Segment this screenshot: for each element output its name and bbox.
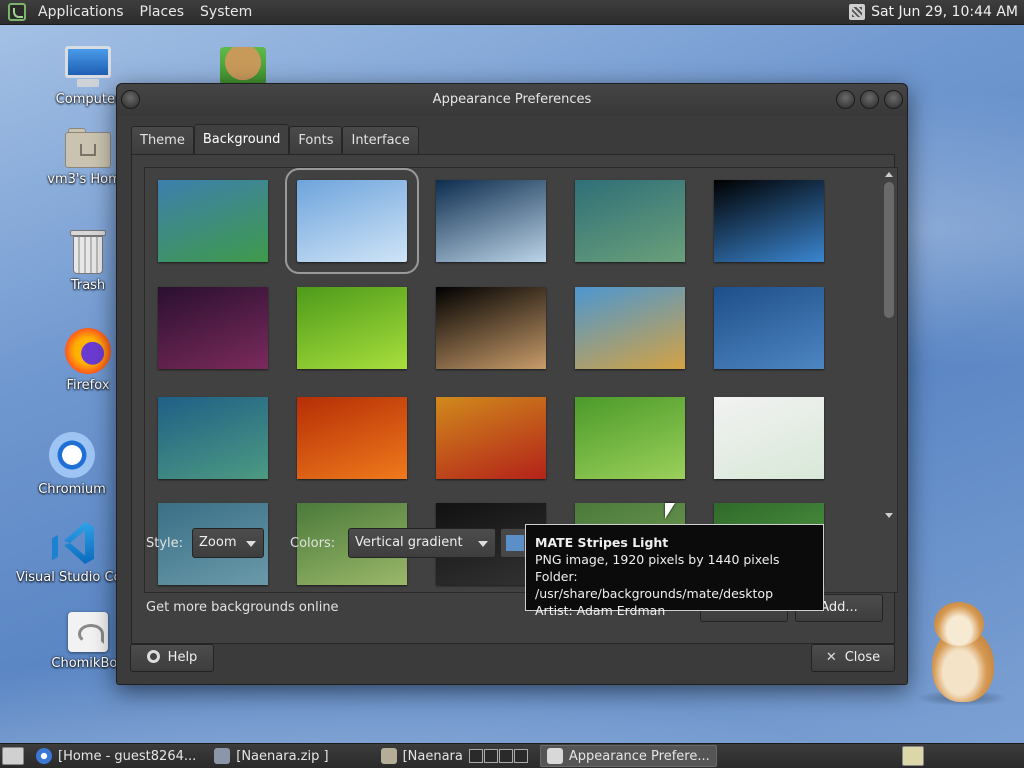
background-thumbnail[interactable] — [714, 180, 824, 262]
background-thumbnail[interactable] — [158, 180, 268, 262]
network-icon[interactable] — [849, 4, 866, 20]
mouse-cursor-icon — [665, 503, 675, 519]
workspace-3[interactable] — [498, 749, 513, 763]
notification-tray-icon[interactable] — [902, 746, 924, 766]
menu-places[interactable]: Places — [132, 4, 193, 20]
background-tooltip: MATE Stripes Light PNG image, 1920 pixel… — [525, 524, 824, 618]
tab-background[interactable]: Background — [193, 124, 290, 154]
archive-icon — [214, 748, 231, 764]
background-thumbnail[interactable] — [436, 180, 546, 262]
style-dropdown[interactable]: Zoom — [192, 528, 264, 558]
vscode-icon — [50, 520, 96, 566]
show-desktop-icon[interactable] — [2, 747, 24, 765]
browser-icon — [36, 748, 52, 764]
background-thumbnail[interactable] — [285, 168, 419, 274]
colors-dropdown[interactable]: Vertical gradient — [348, 528, 496, 558]
style-value: Zoom — [199, 535, 237, 550]
help-button[interactable]: Help — [130, 644, 214, 672]
firefox-icon — [65, 328, 111, 374]
clock[interactable]: Sat Jun 29, 10:44 AM — [871, 4, 1018, 20]
appearance-icon — [546, 748, 563, 764]
gallery-scrollbar[interactable] — [883, 172, 895, 518]
menu-system[interactable]: System — [192, 4, 260, 20]
colors-value: Vertical gradient — [355, 535, 463, 550]
background-thumbnail[interactable] — [297, 397, 407, 479]
maximize-button[interactable] — [860, 90, 879, 109]
tooltip-line: Folder: /usr/share/backgrounds/mate/desk… — [535, 569, 774, 601]
scroll-thumb[interactable] — [884, 182, 894, 318]
background-thumbnail[interactable] — [575, 397, 685, 479]
background-thumbnail[interactable] — [575, 180, 685, 262]
tab-theme[interactable]: Theme — [131, 126, 194, 154]
close-label: Close — [844, 650, 881, 665]
hamster-mascot-image — [916, 600, 1008, 706]
taskbar-item[interactable]: [Naenara — [375, 745, 534, 767]
chromium-icon — [49, 432, 95, 478]
preferences-tabs: Theme Background Fonts Interface — [131, 124, 419, 154]
computer-icon — [65, 46, 111, 88]
taskbar-item-label: [Naenara — [402, 748, 463, 764]
get-more-backgrounds-link[interactable]: Get more backgrounds online — [146, 600, 339, 615]
chevron-down-icon — [246, 541, 256, 547]
tray-area: Sat Jun 29, 10:44 AM — [849, 4, 1024, 20]
color-swatch — [506, 535, 524, 551]
mate-logo-icon[interactable] — [8, 3, 26, 21]
background-thumbnail[interactable] — [158, 287, 268, 369]
background-thumbnail[interactable] — [158, 397, 268, 479]
colors-label: Colors: — [290, 536, 336, 551]
tab-fonts[interactable]: Fonts — [289, 126, 343, 154]
background-thumbnail[interactable] — [575, 287, 685, 369]
tooltip-title: MATE Stripes Light — [535, 535, 669, 550]
taskbar-item-label: [Home - guest8264... — [58, 748, 197, 764]
menu-applications[interactable]: Applications — [30, 4, 132, 20]
close-button[interactable]: ✕ Close — [811, 644, 895, 672]
taskbar-item-label: Appearance Prefere... — [568, 748, 710, 764]
desktop-icon-vscode[interactable]: Visual Studio Code — [16, 520, 130, 585]
chomikbox-icon — [68, 612, 108, 652]
top-panel: Applications Places System Sat Jun 29, 1… — [0, 0, 1024, 25]
desktop-icon-label: Chromium — [38, 482, 106, 497]
gopher-desktop-icon[interactable] — [220, 47, 266, 85]
background-thumbnail[interactable] — [436, 287, 546, 369]
tab-interface[interactable]: Interface — [342, 126, 419, 154]
add-button-label: Add... — [820, 600, 858, 615]
trash-icon — [70, 230, 106, 274]
workspace-2[interactable] — [483, 749, 498, 763]
workspace-1[interactable] — [468, 749, 483, 763]
background-thumbnail[interactable] — [714, 397, 824, 479]
taskbar-item-active[interactable]: Appearance Prefere... — [539, 745, 717, 767]
background-thumbnail[interactable] — [436, 397, 546, 479]
scroll-up-arrow-icon[interactable] — [885, 172, 893, 177]
window-menu-button[interactable] — [121, 90, 140, 109]
desktop-icon-chromium[interactable]: Chromium — [22, 432, 122, 497]
taskbar-item-label: [Naenara.zip ] — [236, 748, 329, 764]
desktop-icon-label: Visual Studio Code — [16, 570, 130, 585]
background-thumbnail[interactable] — [297, 287, 407, 369]
window-titlebar[interactable]: Appearance Preferences — [117, 84, 907, 116]
window-title: Appearance Preferences — [432, 92, 592, 107]
bottom-panel: [Home - guest8264... [Naenara.zip ] [Nae… — [0, 743, 1024, 768]
main-menu: Applications Places System — [0, 0, 260, 25]
taskbar-item[interactable]: [Naenara.zip ] — [208, 745, 334, 767]
help-icon — [146, 650, 160, 663]
background-thumbnail[interactable] — [714, 287, 824, 369]
help-label: Help — [167, 650, 198, 665]
workspace-4[interactable] — [513, 749, 528, 763]
tooltip-line: PNG image, 1920 pixels by 1440 pixels — [535, 552, 780, 567]
home-folder-icon — [65, 128, 111, 168]
close-icon: ✕ — [825, 650, 837, 665]
window-close-button[interactable] — [884, 90, 903, 109]
tooltip-line: Artist: Adam Erdman — [535, 603, 666, 618]
taskbar-item[interactable]: [Home - guest8264... — [30, 745, 202, 767]
minimize-button[interactable] — [836, 90, 855, 109]
folder-icon — [380, 748, 397, 764]
scroll-down-arrow-icon[interactable] — [885, 513, 893, 518]
chevron-down-icon — [478, 541, 488, 547]
style-label: Style: — [146, 536, 184, 551]
